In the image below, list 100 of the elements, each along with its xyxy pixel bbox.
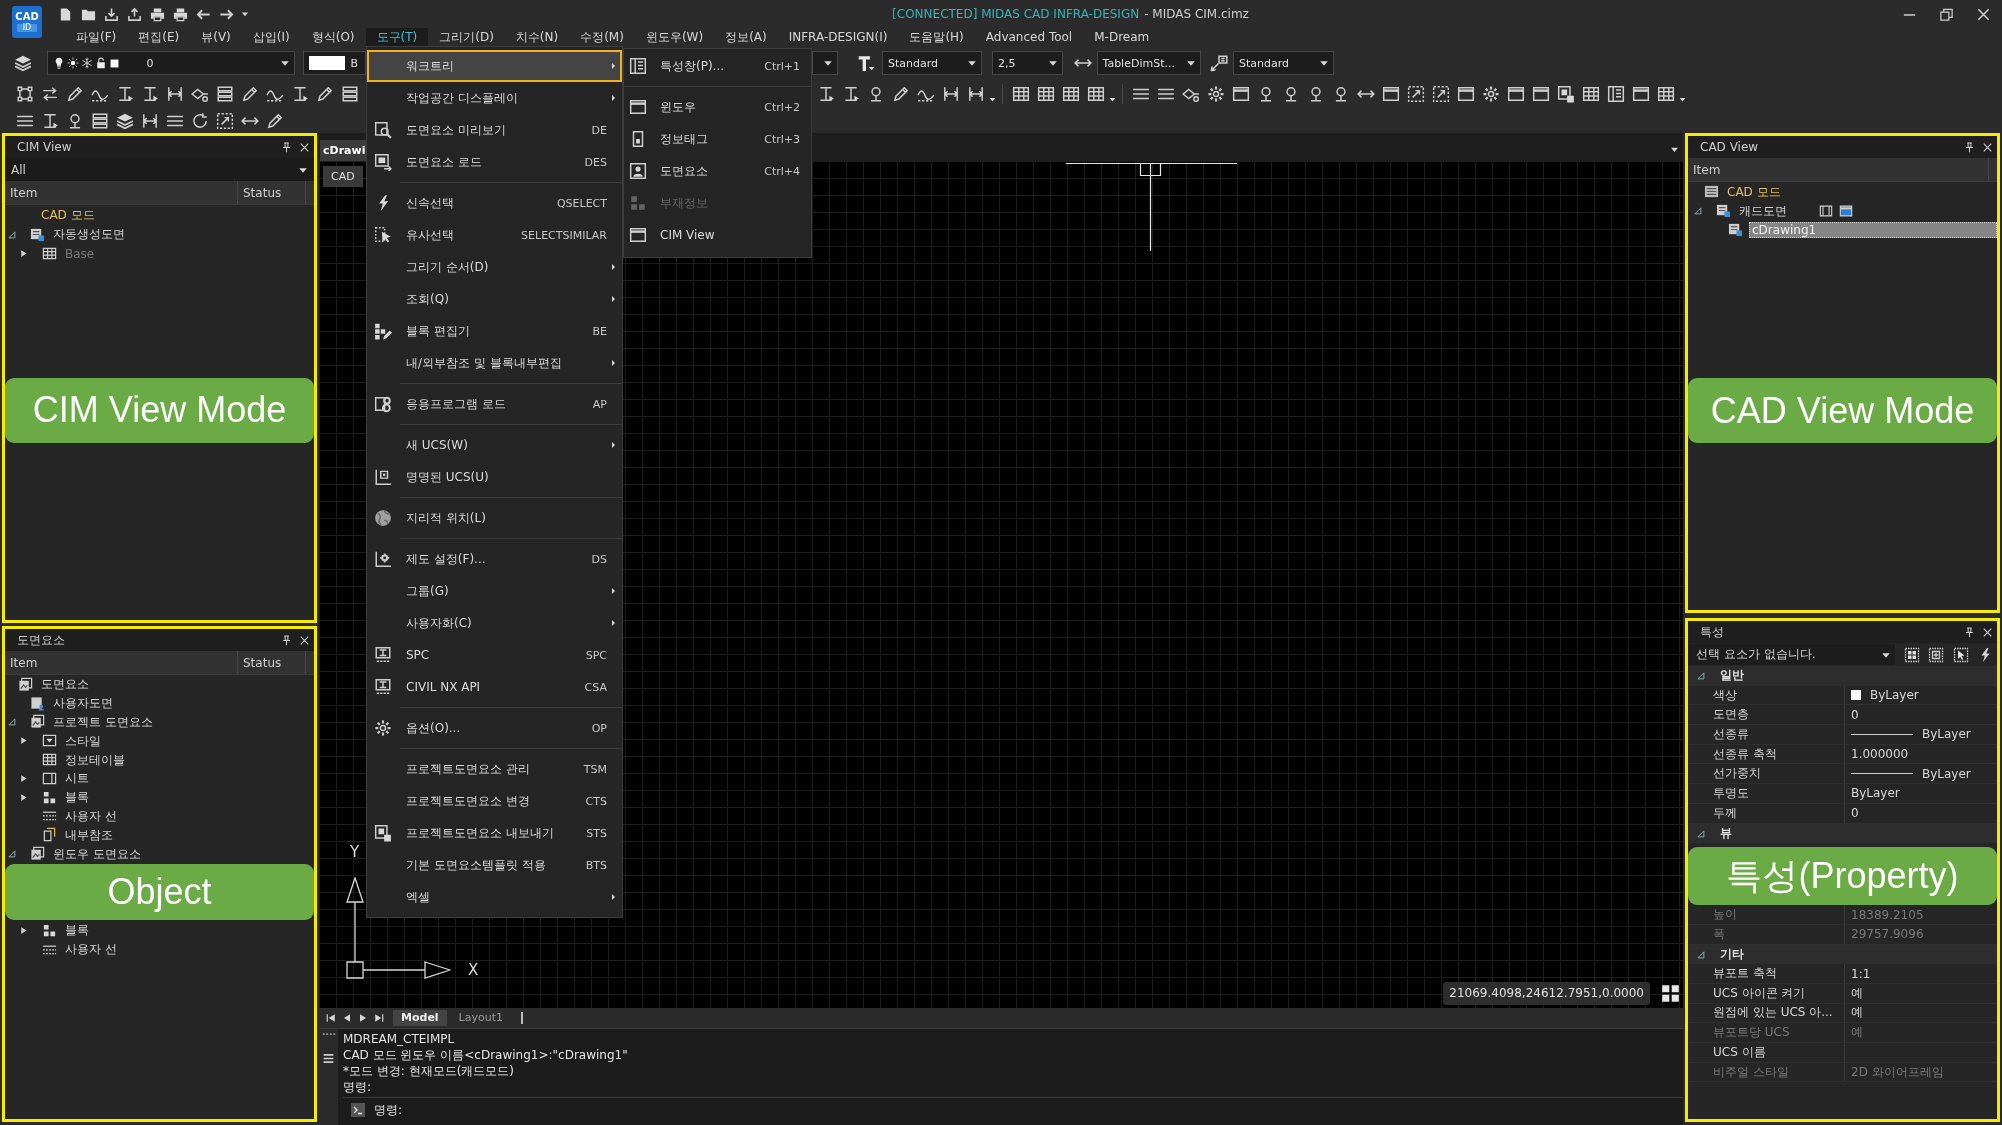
menu-bar-item[interactable]: 파일(F) [65, 28, 128, 46]
leader-icon[interactable] [1209, 54, 1228, 72]
property-value[interactable]: 0 [1851, 806, 1859, 821]
rotate-icon[interactable] [190, 111, 209, 130]
menu-bar-item[interactable]: 형식(O) [300, 28, 366, 46]
select-all-icon[interactable] [1903, 646, 1920, 663]
menu-bar-item[interactable]: 윈도우(W) [634, 28, 715, 46]
menu-item[interactable]: 조회(Q) [367, 283, 622, 315]
menu-item[interactable]: CIVIL NX API CSA [367, 671, 622, 703]
tree-item[interactable]: 내부참조 [63, 826, 115, 843]
filter-dropdown[interactable]: All [5, 158, 314, 181]
pencil-icon[interactable] [265, 111, 284, 130]
tree-toggle-icon[interactable] [1696, 671, 1705, 681]
menu-item[interactable]: 제도 설정(F)... DS [367, 543, 622, 575]
table-icon[interactable] [1581, 85, 1600, 103]
menu-item[interactable]: SPC SPC [367, 639, 622, 671]
stack-icon[interactable] [340, 85, 359, 103]
property-value[interactable]: 0 [1851, 707, 1859, 722]
tree-toggle-icon[interactable] [19, 773, 28, 783]
grip-icon[interactable] [321, 1032, 336, 1036]
menu-bar-item[interactable]: 도움말(H) [898, 28, 975, 46]
table-icon[interactable] [1086, 85, 1105, 103]
node-grid-icon[interactable] [15, 85, 34, 103]
menu-bar-item[interactable]: 치수(N) [504, 28, 570, 46]
restore-icon[interactable] [1939, 6, 1954, 22]
menu-item[interactable]: 프로젝트도면요소 관리 TSM [367, 753, 622, 785]
menu-bar-item[interactable]: 정보(A) [714, 28, 778, 46]
menu-item[interactable]: 새 UCS(W) [367, 429, 622, 461]
property-value[interactable]: ByLayer [1851, 786, 1900, 801]
document-tab[interactable]: cDrawi [320, 140, 369, 161]
window-icon[interactable] [1381, 85, 1400, 103]
menu-item[interactable]: 신속선택 QSELECT [367, 187, 622, 219]
resize-icon[interactable] [1406, 85, 1425, 103]
pin-icon[interactable] [1964, 141, 1975, 153]
tree-toggle-icon[interactable] [7, 849, 16, 859]
pencil-icon[interactable] [240, 85, 259, 103]
menu-item[interactable]: 내/외부참조 및 블록내부편집 [367, 347, 622, 379]
column-label[interactable]: Status [238, 651, 306, 674]
pointer-box-icon[interactable] [1952, 646, 1969, 663]
gear-icon[interactable] [1206, 85, 1225, 103]
menu-item[interactable]: 응용프로그램 로드 AP [367, 388, 622, 420]
menu-item[interactable]: 블록 편집기 BE [367, 315, 622, 347]
grid-icon[interactable] [1661, 984, 1680, 1003]
tree-toggle-icon[interactable] [19, 792, 28, 802]
caret-icon[interactable] [240, 9, 250, 19]
property-group[interactable]: 일반 [1688, 666, 1997, 686]
selection-dropdown[interactable]: 선택 요소가 없습니다. [1688, 644, 1895, 665]
dimension-icon[interactable] [165, 85, 184, 103]
first-page-icon[interactable] [325, 1012, 337, 1024]
pin-icon[interactable] [281, 141, 292, 153]
layout-tab[interactable]: Layout1 [450, 1010, 511, 1026]
dropdown-arrow-button[interactable] [811, 51, 838, 75]
menu-item[interactable]: 사용자화(C) [367, 607, 622, 639]
window-icon[interactable] [1456, 85, 1475, 103]
menu-item[interactable]: 특성창(P)... Ctrl+1 [624, 50, 811, 82]
tree-toggle-icon[interactable] [1696, 828, 1705, 838]
menu-item[interactable]: 프로젝트도면요소 변경 CTS [367, 785, 622, 817]
mode-badge[interactable]: CAD [323, 166, 363, 187]
menu-item[interactable]: 지리적 위치(L) [367, 502, 622, 534]
close-icon[interactable] [1982, 626, 1993, 638]
window-icon[interactable] [1631, 85, 1650, 103]
plus-box-icon[interactable] [1928, 646, 1944, 663]
menu-item[interactable]: 도면요소 미리보기 DE [367, 114, 622, 146]
menu-item[interactable]: 기본 도면요소템플릿 적용 BTS [367, 849, 622, 881]
menu-item[interactable]: 프로젝트도면요소 내보내기 STS [367, 817, 622, 849]
tray-down-icon[interactable] [104, 6, 119, 22]
menu-item[interactable]: 명명된 UCS(U) [367, 461, 622, 493]
tree-item[interactable]: 사용자 선 [63, 807, 119, 824]
stack-icon[interactable] [90, 111, 109, 130]
dim-style-dropdown[interactable]: TableDimSt... [1096, 51, 1201, 75]
tree-toggle-icon[interactable] [7, 717, 16, 727]
sheet-export-icon[interactable] [1556, 85, 1575, 103]
pencil-icon[interactable] [315, 85, 334, 103]
document-icon[interactable] [58, 6, 73, 22]
gear-icon[interactable] [1481, 85, 1500, 103]
tree-toggle-icon[interactable] [7, 229, 16, 239]
property-value[interactable]: ByLayer [1922, 727, 1971, 742]
menu-bar-item[interactable]: 뷰(V) [190, 28, 242, 46]
tree-item[interactable]: CAD 모드 [39, 206, 97, 223]
property-value[interactable]: 예 [1851, 984, 1863, 1002]
splitter-handle[interactable] [521, 1012, 523, 1024]
tree-item[interactable]: CAD 모드 [1725, 183, 1783, 200]
property-value[interactable]: ByLayer [1922, 766, 1971, 781]
menu-bar-item[interactable]: M-Dream [1083, 28, 1161, 46]
resize-icon[interactable] [215, 111, 234, 130]
menu-bar-item[interactable]: 그리기(D) [428, 28, 505, 46]
pencil-icon[interactable] [891, 85, 910, 103]
resize-icon[interactable] [1431, 85, 1450, 103]
printer-icon[interactable] [173, 6, 188, 22]
property-value[interactable]: 1.000000 [1851, 747, 1909, 762]
swap-arrows-icon[interactable] [40, 85, 59, 103]
tree-item[interactable]: 도면요소 [39, 676, 91, 693]
menu-bar-item[interactable]: 수정(M) [569, 28, 635, 46]
close-icon[interactable] [1976, 6, 1991, 22]
property-value[interactable]: 예 [1851, 1004, 1863, 1022]
window-icon[interactable] [1506, 85, 1525, 103]
pin-icon[interactable] [1964, 626, 1975, 638]
tree-item[interactable]: 프로젝트 도면요소 [51, 714, 155, 730]
menu-bar-item[interactable]: 편집(E) [127, 28, 191, 46]
layer-dropdown[interactable]: 0 [46, 51, 295, 75]
